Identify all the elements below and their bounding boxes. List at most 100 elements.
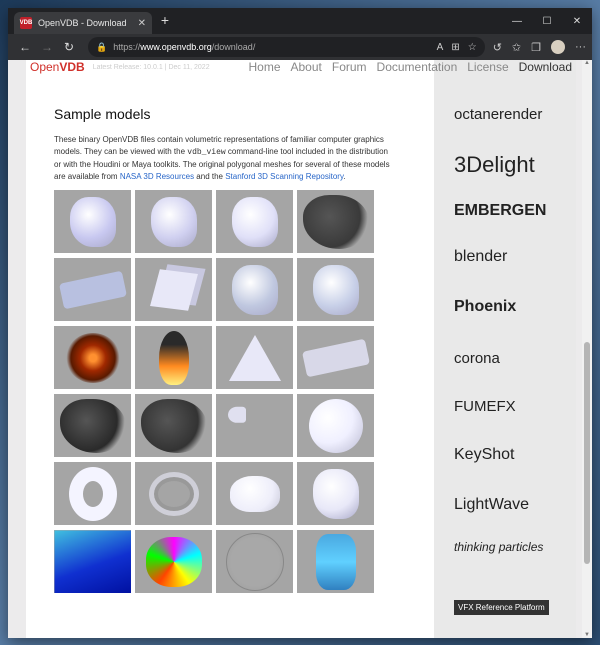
model-preview — [69, 196, 116, 247]
model-preview — [228, 334, 281, 381]
model-preview — [312, 264, 359, 315]
thumbnail-fire[interactable] — [135, 326, 212, 389]
sponsor-logo-3delight[interactable]: 3Delight — [454, 152, 535, 178]
model-preview — [225, 532, 284, 591]
thumbnail-sphere-points[interactable] — [216, 530, 293, 593]
tab-title: OpenVDB - Download — [38, 18, 127, 28]
lock-icon: 🔒 — [96, 41, 108, 52]
nav-download[interactable]: Download — [519, 60, 572, 74]
sample-model-grid — [54, 190, 378, 593]
url-path: /download/ — [211, 42, 256, 52]
model-preview — [301, 338, 370, 377]
thumbnail-crawler[interactable] — [54, 258, 131, 321]
sponsor-logo-blender[interactable]: blender — [454, 248, 507, 266]
close-window-icon[interactable]: ✕ — [562, 8, 592, 34]
sponsor-logo-embergen[interactable]: EMBERGEN — [454, 202, 546, 220]
sponsor-logo-fumefx[interactable]: FUMEFX — [454, 398, 516, 415]
translate-icon[interactable]: ⊞ — [451, 42, 459, 53]
scroll-thumb[interactable] — [584, 342, 590, 564]
thumbnail-venus[interactable] — [297, 462, 374, 525]
thumbnail-buddha[interactable] — [135, 190, 212, 253]
back-icon[interactable]: ← — [14, 40, 36, 54]
scroll-up-icon[interactable]: ▲ — [583, 60, 591, 66]
sponsor-logo-octanerender[interactable]: octanerender — [454, 106, 542, 123]
thumbnail-dragon[interactable] — [216, 258, 293, 321]
thumbnail-astronaut[interactable] — [297, 258, 374, 321]
thumbnail-smoke1[interactable] — [54, 394, 131, 457]
url-host: www.openvdb.org — [140, 42, 212, 52]
model-preview — [148, 471, 199, 516]
url-field[interactable]: 🔒 https://www.openvdb.org/download/ A ⊞ … — [88, 37, 485, 57]
thumbnail-cube[interactable] — [135, 258, 212, 321]
minimize-icon[interactable]: — — [502, 8, 532, 34]
thumbnail-waterfall-points[interactable] — [297, 530, 374, 593]
thumbnail-torus[interactable] — [54, 462, 131, 525]
model-preview — [54, 530, 131, 593]
sponsor-logo-thinking-particles[interactable]: thinking particles — [454, 540, 554, 554]
favorite-icon[interactable]: ☆ — [468, 42, 477, 53]
sponsor-logo-corona[interactable]: corona — [454, 350, 500, 367]
nasa-link[interactable]: NASA 3D Resources — [120, 172, 194, 181]
thumbnail-armadillo[interactable] — [54, 190, 131, 253]
model-preview — [150, 196, 197, 247]
more-menu-icon[interactable]: ··· — [575, 41, 586, 53]
model-preview — [140, 398, 207, 453]
release-info: Latest Release: 10.0.1 | Dec 11, 2022 — [92, 63, 210, 71]
favorites-icon[interactable]: ✩ — [512, 41, 521, 54]
thumbnail-sphere[interactable] — [297, 394, 374, 457]
thumbnail-torus-knot[interactable] — [135, 462, 212, 525]
nav-about[interactable]: About — [291, 60, 322, 74]
new-tab-button[interactable]: + — [156, 12, 174, 28]
model-preview — [302, 194, 369, 249]
window-controls: — ☐ ✕ — [502, 8, 592, 34]
sponsor-logo-keyshot[interactable]: KeyShot — [454, 446, 514, 464]
model-preview — [231, 264, 278, 315]
description: These binary OpenVDB files contain volum… — [54, 135, 390, 181]
stanford-link[interactable]: Stanford 3D Scanning Repository — [225, 172, 343, 181]
model-preview — [158, 330, 189, 385]
title-bar: VDB OpenVDB - Download ✕ + — ☐ ✕ — [8, 8, 592, 34]
vfx-reference-button[interactable]: VFX Reference Platform — [454, 600, 549, 615]
page-title: Sample models — [54, 106, 151, 122]
model-preview — [229, 475, 280, 512]
thumbnail-bunny[interactable] — [216, 190, 293, 253]
refresh-star-icon[interactable]: ↺ — [493, 41, 502, 54]
model-preview — [312, 468, 359, 519]
model-preview — [308, 398, 363, 453]
close-tab-icon[interactable]: ✕ — [138, 18, 146, 29]
browser-window: VDB OpenVDB - Download ✕ + — ☐ ✕ ← → ↻ 🔒… — [8, 8, 592, 638]
nav-home[interactable]: Home — [248, 60, 280, 74]
refresh-icon[interactable]: ↻ — [58, 40, 80, 54]
address-bar: ← → ↻ 🔒 https://www.openvdb.org/download… — [8, 34, 592, 60]
browser-tab[interactable]: VDB OpenVDB - Download ✕ — [14, 12, 152, 34]
nav-documentation[interactable]: Documentation — [377, 60, 458, 74]
nav-license[interactable]: License — [467, 60, 508, 74]
model-preview — [59, 398, 126, 453]
maximize-icon[interactable]: ☐ — [532, 8, 562, 34]
thumbnail-smoke2[interactable] — [135, 394, 212, 457]
thumbnail-icosahedron[interactable] — [216, 326, 293, 389]
thumbnail-explosion[interactable] — [54, 326, 131, 389]
model-preview — [315, 533, 356, 590]
url-scheme: https:// — [113, 42, 141, 52]
profile-avatar[interactable] — [551, 40, 565, 54]
openvdb-favicon-icon: VDB — [20, 17, 32, 29]
thumbnail-space[interactable] — [216, 394, 293, 457]
site-brand[interactable]: OpenVDB — [30, 60, 85, 74]
thumbnail-boat-points[interactable] — [54, 530, 131, 593]
scrollbar[interactable]: ▲ ▼ — [582, 60, 592, 638]
sponsor-logo-lightwave[interactable]: LightWave — [454, 496, 529, 514]
site-navbar: OpenVDB Latest Release: 10.0.1 | Dec 11,… — [26, 60, 576, 74]
thumbnail-bunny-cloud[interactable] — [297, 190, 374, 253]
read-aloud-icon[interactable]: A — [437, 42, 444, 53]
collections-icon[interactable]: ❐ — [531, 41, 541, 54]
scroll-down-icon[interactable]: ▼ — [583, 632, 591, 638]
forward-icon[interactable]: → — [36, 40, 58, 54]
nav-forum[interactable]: Forum — [332, 60, 367, 74]
thumbnail-iss[interactable] — [297, 326, 374, 389]
thumbnail-bunny-points[interactable] — [135, 530, 212, 593]
thumbnail-utah-teapot[interactable] — [216, 462, 293, 525]
model-preview — [145, 536, 202, 587]
nav-links: Home About Forum Documentation License Downlo… — [248, 60, 576, 74]
sponsor-logo-phoenix[interactable]: Phoenix — [454, 298, 516, 316]
